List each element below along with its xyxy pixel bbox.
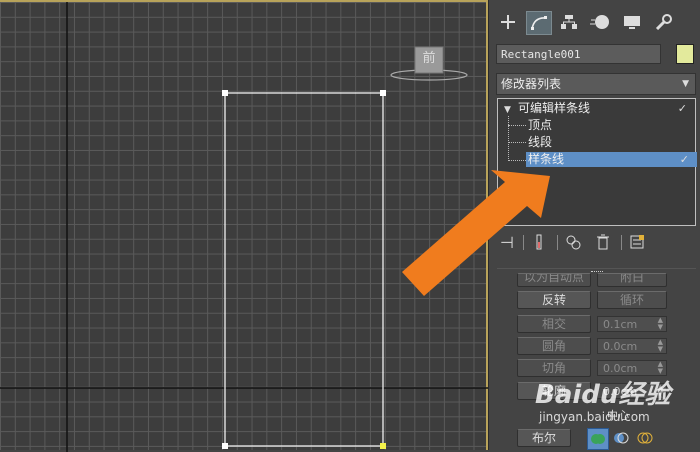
hierarchy-tab[interactable] [557, 11, 581, 33]
modify-curve-icon [531, 16, 547, 30]
lightbulb-icon[interactable]: ✓ [680, 152, 689, 167]
rectangle-spline [224, 92, 384, 447]
modifier-stack[interactable]: ▼ 可编辑样条线 ✓ 顶点 线段 样条线 ✓ [497, 98, 697, 226]
tree-line [508, 116, 509, 161]
spinner-arrows-icon[interactable]: ▲ ▼ [658, 339, 663, 353]
pin-stack-icon[interactable]: ⊣ [497, 232, 517, 252]
watermark-brand: Baidu经验 [535, 380, 671, 410]
spinner-arrows-icon[interactable]: ▲ ▼ [658, 317, 663, 331]
vertex-handle-first [380, 443, 386, 449]
trash-icon[interactable] [593, 232, 613, 252]
stack-item-editable-spline[interactable]: ▼ 可编辑样条线 ✓ [498, 101, 695, 116]
reverse-button[interactable]: 反转 [517, 291, 591, 309]
intersection-icon[interactable] [635, 428, 655, 448]
spinner-arrows-icon[interactable]: ▲ ▼ [658, 361, 663, 375]
spinner-value: 0.1cm [603, 318, 638, 331]
stack-item-spline[interactable]: 样条线 ✓ [526, 152, 697, 167]
panel-tabs [489, 8, 700, 38]
wrench-icon [655, 14, 672, 30]
partial-button[interactable]: 以为自动点 [517, 273, 591, 287]
configure-sets-icon[interactable] [627, 232, 647, 252]
display-tab[interactable] [620, 11, 644, 33]
cycle-button[interactable]: 循环 [597, 291, 667, 309]
stack-item-label: 样条线 [528, 152, 565, 166]
subtraction-icon[interactable] [611, 428, 631, 448]
modifier-list-label: 修改器列表 [501, 77, 562, 91]
motion-tab[interactable] [588, 11, 612, 33]
baidu-watermark: Baidu经验 jingyan.baidu.com [535, 380, 670, 424]
watermark-url: jingyan.baidu.com [539, 410, 650, 424]
partial-button[interactable]: 附白 [597, 273, 667, 287]
tree-line [508, 142, 526, 143]
vertex-handle [380, 90, 386, 96]
boolean-button[interactable]: 布尔 [517, 429, 571, 447]
utilities-tab[interactable] [651, 11, 675, 33]
spinner-value: 0.0cm [603, 362, 638, 375]
modifier-list-dropdown[interactable]: 修改器列表 ▼ [496, 73, 696, 95]
object-name-field[interactable]: Rectangle001 [496, 44, 661, 64]
show-end-result-icon[interactable] [529, 232, 549, 252]
stack-item-label: 线段 [528, 135, 553, 149]
divider [557, 235, 558, 250]
intersect-button[interactable]: 相交 [517, 315, 591, 333]
modify-tab[interactable] [526, 11, 552, 35]
front-viewport[interactable]: 前 [0, 0, 488, 452]
chamfer-spinner[interactable]: 0.0cm ▲ ▼ [597, 360, 667, 376]
divider [523, 235, 524, 250]
fillet-button[interactable]: 圆角 [517, 337, 591, 355]
chamfer-button[interactable]: 切角 [517, 359, 591, 377]
tree-line [508, 160, 526, 161]
create-tab[interactable] [496, 11, 520, 33]
union-icon[interactable] [587, 428, 609, 450]
viewport-canvas [0, 2, 488, 452]
stack-toolbar: ⊣ [497, 232, 696, 254]
stack-item-label: 顶点 [528, 118, 553, 132]
display-icon [624, 16, 640, 29]
motion-icon [590, 15, 609, 29]
object-color-swatch[interactable] [676, 44, 694, 64]
vertex-handle [222, 90, 228, 96]
plus-icon [501, 15, 515, 29]
vertex-handle [222, 443, 228, 449]
lightbulb-icon[interactable]: ✓ [678, 101, 687, 116]
chevron-down-icon: ▼ [682, 79, 689, 89]
intersect-spinner[interactable]: 0.1cm ▲ ▼ [597, 316, 667, 332]
stack-item-segment[interactable]: 线段 [528, 135, 588, 150]
fillet-spinner[interactable]: 0.0cm ▲ ▼ [597, 338, 667, 354]
tree-line [508, 125, 526, 126]
viewcube-label[interactable]: 前 [420, 50, 438, 68]
make-unique-icon[interactable] [563, 232, 583, 252]
divider [621, 235, 622, 250]
hierarchy-icon [561, 15, 577, 29]
spinner-value: 0.0cm [603, 340, 638, 353]
stack-item-label: 可编辑样条线 [518, 101, 591, 115]
stack-item-vertex[interactable]: 顶点 [528, 118, 588, 133]
